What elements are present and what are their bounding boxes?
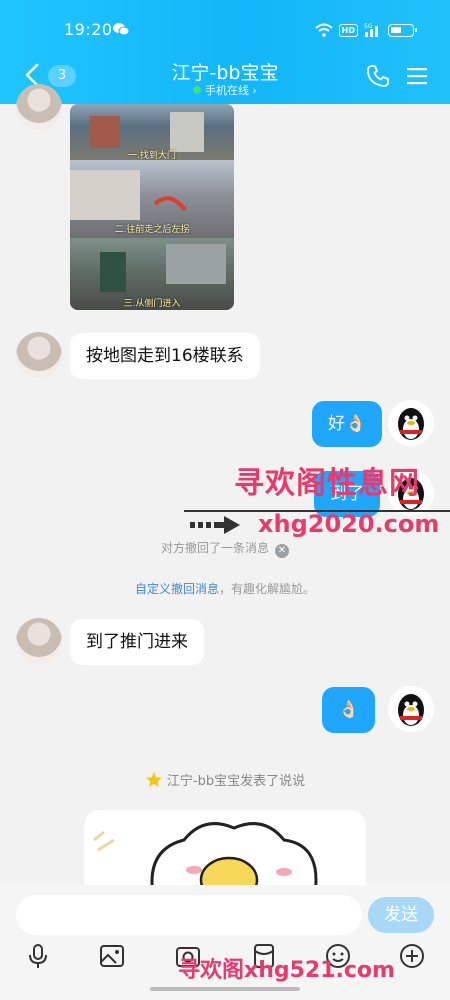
contact-avatar[interactable]: [16, 618, 62, 664]
message-input[interactable]: [16, 895, 362, 935]
wifi-icon: [314, 23, 333, 37]
penguin-icon: [398, 408, 424, 440]
status-bar: 19:20 HD 5G: [0, 0, 450, 56]
message-bubble-contact[interactable]: 按地图走到16楼联系: [70, 333, 260, 379]
online-status-text: 手机在线 ›: [205, 84, 257, 97]
map-photo-message[interactable]: 一.找到大门 二.往前走之后左拐 三.从侧门进入: [70, 104, 234, 310]
chat-header: 19:20 HD 5G 3 江宁-bb宝宝 手机在线 ›: [0, 0, 450, 104]
recall-notice-text: 对方撤回了一条消息: [160, 541, 269, 555]
more-plus-icon[interactable]: [398, 942, 426, 970]
watermark-arrow-icon: [190, 516, 240, 534]
custom-recall-link[interactable]: 自定义撤回消息: [135, 582, 219, 596]
hd-icon: HD: [338, 23, 358, 37]
signal-label: 5G: [364, 23, 373, 30]
status-time: 19:20: [64, 20, 113, 39]
watermark-url: xhg2020.com: [258, 510, 440, 538]
contact-avatar[interactable]: [16, 84, 62, 130]
signal-icon: 5G: [364, 23, 378, 37]
microphone-icon[interactable]: [24, 942, 52, 970]
my-avatar-penguin[interactable]: [388, 400, 434, 446]
post-notice-text: 江宁-bb宝宝发表了说说: [166, 774, 306, 789]
close-icon[interactable]: ✕: [275, 544, 289, 558]
post-notice[interactable]: 江宁-bb宝宝发表了说说: [0, 770, 450, 789]
online-dot-icon: [193, 86, 202, 94]
home-indicator[interactable]: [150, 987, 300, 991]
contact-avatar[interactable]: [16, 332, 62, 378]
menu-icon[interactable]: [406, 66, 428, 86]
photo-panel-3: 三.从侧门进入: [70, 238, 234, 310]
image-gallery-icon[interactable]: [98, 942, 126, 970]
recall-notice: 对方撤回了一条消息 ✕: [0, 539, 450, 558]
my-avatar-penguin[interactable]: [388, 686, 434, 732]
direction-arrow-icon: [153, 196, 187, 212]
watermark-footer: 寻欢阁xhg521.com: [178, 958, 395, 983]
photo-panel-2: 二.往前走之后左拐: [70, 160, 234, 238]
photo-panel-1: 一.找到大门: [70, 104, 234, 161]
wechat-notification-icon: [113, 23, 129, 36]
photo-caption-2: 二.往前走之后左拐: [114, 225, 190, 235]
message-bubble-contact[interactable]: 到了推门进来: [70, 619, 204, 665]
watermark-text: 寻欢阁性息网: [234, 466, 420, 501]
battery-icon: [388, 23, 417, 37]
system-icons: HD 5G: [314, 20, 417, 40]
send-button[interactable]: 发送: [368, 897, 434, 933]
custom-recall-rest: ，有趣化解尴尬。: [219, 582, 316, 596]
message-bubble-me[interactable]: 好👌🏻: [312, 401, 383, 447]
phone-call-icon[interactable]: [366, 64, 390, 88]
custom-recall-tip: 自定义撤回消息，有趣化解尴尬。: [0, 580, 450, 597]
photo-caption-3: 三.从侧门进入: [123, 299, 181, 309]
message-bubble-me[interactable]: 👌🏻: [322, 687, 376, 733]
star-icon: [145, 772, 162, 787]
penguin-icon: [398, 694, 424, 726]
